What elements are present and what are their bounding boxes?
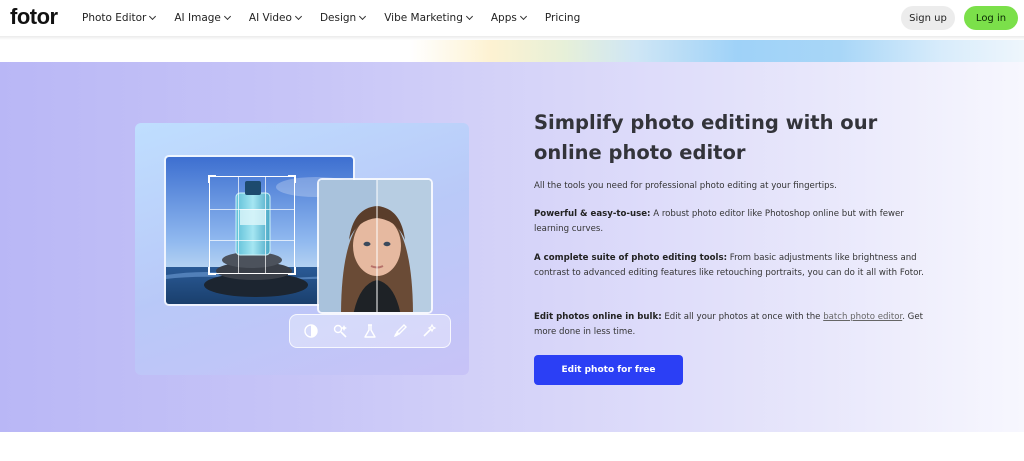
hero-intro: All the tools you need for professional …	[534, 181, 837, 191]
gradient-banner-strip	[0, 40, 1024, 62]
menu-photo-editor[interactable]: Photo Editor	[82, 12, 157, 24]
menu-vibe-marketing[interactable]: Vibe Marketing	[384, 12, 473, 24]
crop-gridline	[237, 177, 239, 273]
menu-label: Pricing	[544, 12, 581, 24]
chevron-down-icon	[359, 12, 367, 21]
chevron-down-icon	[149, 12, 157, 21]
feature-suite: A complete suite of photo editing tools:…	[534, 251, 924, 281]
portrait-image	[319, 180, 431, 312]
feature-title: A complete suite of photo editing tools:	[534, 253, 728, 263]
main-menu: Photo Editor AI Image AI Video Design Vi…	[82, 0, 599, 36]
magic-wand-icon[interactable]	[420, 322, 438, 340]
feature-bulk: Edit photos online in bulk: Edit all you…	[534, 310, 924, 340]
magic-retouch-icon[interactable]	[331, 322, 349, 340]
feature-title: Powerful & easy-to-use:	[534, 209, 651, 219]
adjust-icon[interactable]	[302, 322, 320, 340]
signup-button[interactable]: Sign up	[901, 6, 955, 30]
menu-label: AI Image	[174, 12, 221, 24]
menu-design[interactable]: Design	[319, 12, 367, 24]
login-button[interactable]: Log in	[964, 6, 1018, 30]
menu-label: Apps	[490, 12, 517, 24]
portrait-photo	[317, 178, 433, 314]
crop-handle[interactable]	[208, 267, 216, 275]
crop-frame[interactable]	[208, 175, 296, 275]
menu-label: Design	[319, 12, 357, 24]
crop-handle[interactable]	[288, 175, 296, 183]
menu-ai-image[interactable]: AI Image	[174, 12, 231, 24]
crop-gridline	[265, 177, 267, 273]
chevron-down-icon	[465, 12, 473, 21]
edit-photo-cta-button[interactable]: Edit photo for free	[534, 355, 683, 385]
chevron-down-icon	[294, 12, 302, 21]
menu-label: Photo Editor	[82, 12, 147, 24]
hero-headline: Simplify photo editing with our online p…	[534, 111, 878, 164]
chevron-down-icon	[519, 12, 527, 21]
menu-pricing[interactable]: Pricing	[545, 12, 580, 24]
crop-gridline	[210, 208, 294, 210]
feature-title: Edit photos online in bulk:	[534, 312, 662, 322]
fotor-logo[interactable]: fotor	[10, 6, 58, 28]
feature-text: Edit all your photos at once with the	[661, 312, 824, 322]
menu-ai-video[interactable]: AI Video	[248, 12, 302, 24]
beauty-icon[interactable]	[361, 322, 379, 340]
crop-handle[interactable]	[208, 175, 216, 183]
edit-toolbar	[289, 314, 451, 348]
feature-easy: Powerful & easy-to-use: A robust photo e…	[534, 207, 924, 237]
menu-apps[interactable]: Apps	[490, 12, 527, 24]
menu-label: AI Video	[248, 12, 292, 24]
brush-icon[interactable]	[391, 322, 409, 340]
top-nav: fotor Photo Editor AI Image AI Video Des…	[0, 0, 1024, 36]
batch-editor-link[interactable]: batch photo editor	[823, 312, 902, 322]
crop-gridline	[210, 240, 294, 241]
crop-handle[interactable]	[288, 267, 296, 275]
menu-label: Vibe Marketing	[384, 12, 463, 24]
chevron-down-icon	[223, 12, 231, 21]
